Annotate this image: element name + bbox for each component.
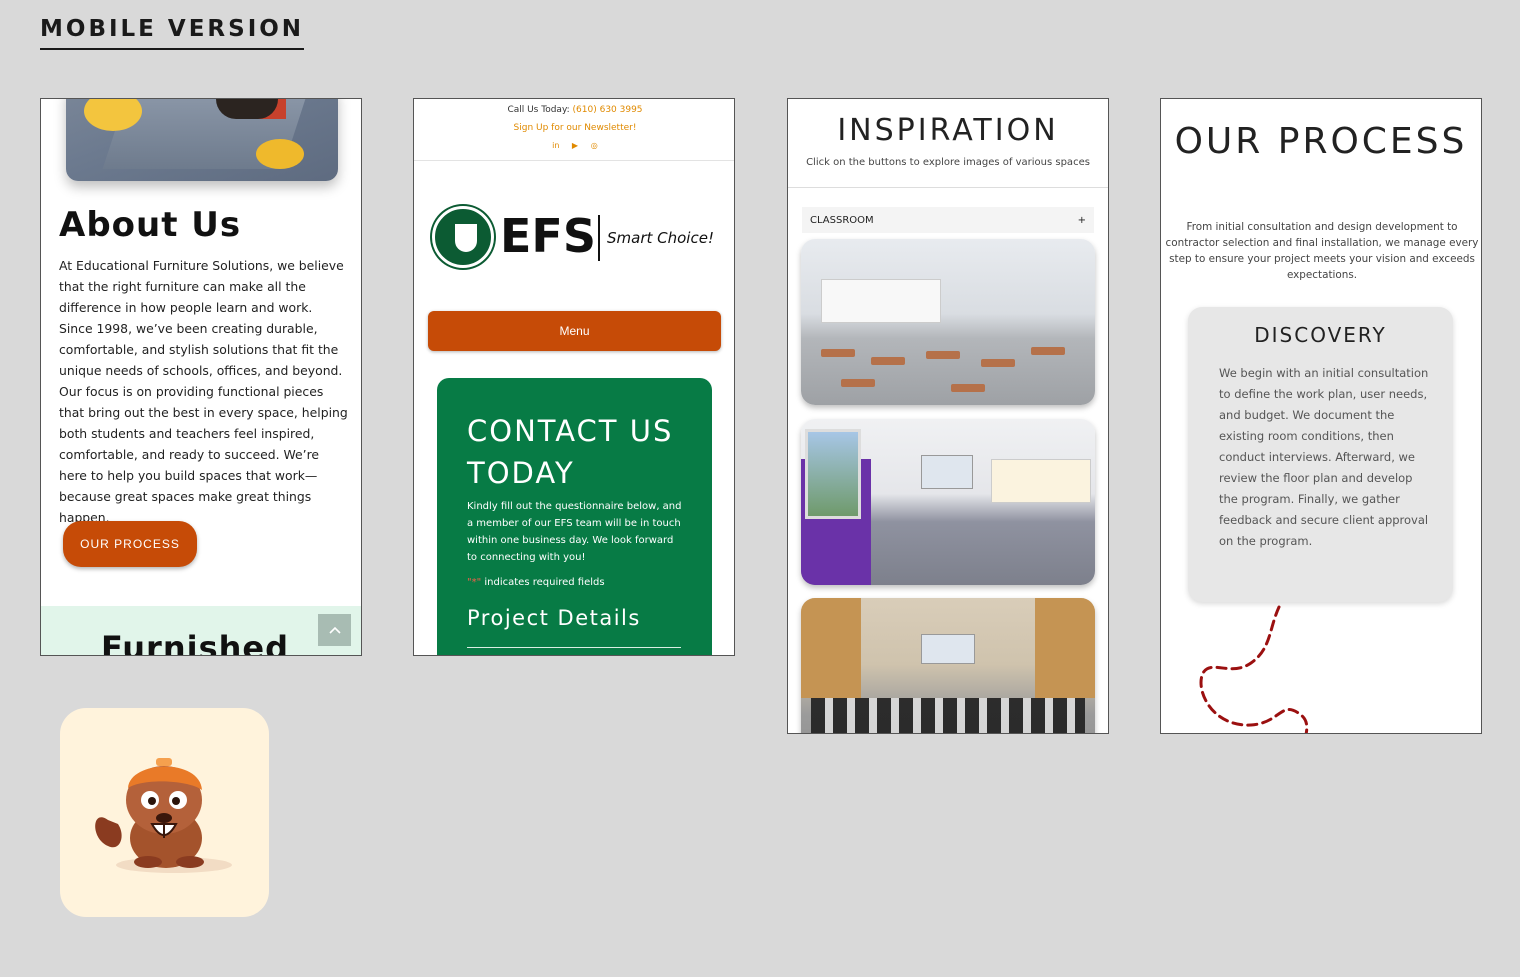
menu-button[interactable]: Menu: [428, 311, 721, 351]
instagram-icon[interactable]: ◎: [589, 141, 599, 151]
discovery-card: DISCOVERY We begin with an initial consu…: [1188, 307, 1453, 602]
newsletter-link[interactable]: Sign Up for our Newsletter!: [414, 123, 734, 133]
mobile-frame-process: OUR PROCESS From initial consultation an…: [1160, 98, 1482, 734]
logo-tagline: Smart Choice!: [607, 229, 714, 247]
classroom-photo-1[interactable]: [801, 239, 1095, 405]
inspiration-title: INSPIRATION: [837, 113, 1059, 148]
accordion-label: CLASSROOM: [810, 214, 874, 226]
discovery-title: DISCOVERY: [1254, 323, 1387, 347]
mobile-frame-about: About Us At Educational Furniture Soluti…: [40, 98, 362, 656]
call-label: Call Us Today:: [507, 105, 570, 115]
required-mark: "*": [467, 577, 482, 588]
classroom-photo-3[interactable]: [801, 598, 1095, 733]
hero-image: [66, 99, 338, 181]
about-title: About Us: [59, 205, 242, 245]
classroom-photo-2[interactable]: [801, 419, 1095, 585]
contact-text: Kindly fill out the questionnaire below,…: [467, 501, 682, 563]
project-details-heading: Project Details: [467, 606, 641, 630]
phone-link[interactable]: (610) 630 3995: [573, 105, 643, 115]
inspiration-subtitle: Click on the buttons to explore images o…: [806, 157, 1090, 168]
furnished-heading: Furnished: [101, 629, 290, 656]
page-heading: MOBILE VERSION: [40, 16, 305, 50]
process-text: From initial consultation and design dev…: [1165, 221, 1479, 281]
call-us: Call Us Today: (610) 630 3995: [414, 105, 734, 115]
our-process-button[interactable]: OUR PROCESS: [63, 521, 197, 567]
contact-title: CONTACT US TODAY: [467, 414, 674, 490]
mobile-frame-inspiration: INSPIRATION Click on the buttons to expl…: [787, 98, 1109, 734]
required-text: indicates required fields: [481, 577, 605, 588]
linkedin-icon[interactable]: in: [551, 141, 561, 151]
required-note: "*" indicates required fields: [467, 577, 605, 588]
social-links: in ▶ ◎: [414, 140, 734, 151]
plus-icon: +: [1077, 214, 1086, 226]
about-text: At Educational Furniture Solutions, we b…: [59, 258, 348, 525]
discovery-text: We begin with an initial consultation to…: [1219, 366, 1429, 548]
beaver-app-icon[interactable]: [60, 708, 269, 917]
chevron-up-icon: [328, 626, 341, 634]
beaver-icon: [95, 758, 232, 873]
mobile-frame-contact: Call Us Today: (610) 630 3995 Sign Up fo…: [413, 98, 735, 656]
seal-icon: [432, 206, 494, 268]
logo-text: EFS: [500, 209, 596, 263]
dashed-path-icon: [1199, 605, 1309, 733]
process-title: OUR PROCESS: [1174, 121, 1468, 162]
efs-logo[interactable]: EFS Smart Choice!: [432, 203, 722, 273]
classroom-accordion[interactable]: CLASSROOM +: [802, 207, 1094, 233]
back-to-top-button[interactable]: [318, 614, 351, 646]
contact-card: CONTACT US TODAY Kindly fill out the que…: [437, 378, 712, 655]
youtube-icon[interactable]: ▶: [570, 141, 580, 151]
